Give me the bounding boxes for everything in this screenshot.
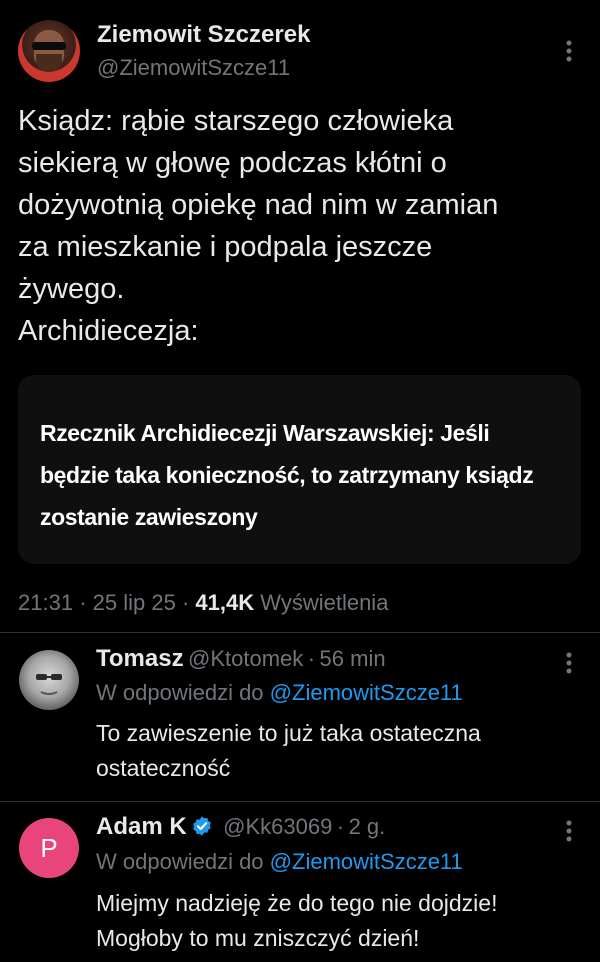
reply-time[interactable]: 2 g.	[349, 814, 386, 839]
tweet-line: za mieszkanie i podpala jeszcze	[18, 231, 433, 263]
tweet-date[interactable]: 25 lip 25	[93, 590, 176, 615]
meta-separator: ·	[181, 590, 190, 615]
in-reply-to-handle[interactable]: @ZiemowitSzcze11	[270, 680, 463, 705]
reply-time[interactable]: 56 min	[320, 646, 386, 671]
author-avatar[interactable]	[18, 20, 80, 82]
author-handle[interactable]: @ZiemowitSzcze11	[97, 55, 290, 81]
tweet-meta: 21:31 · 25 lip 25 · 41,4K Wyświetlenia	[18, 590, 388, 616]
tweet-line: siekierą w głowę podczas kłótni o	[18, 147, 447, 179]
tweet-line: Ksiądz: rąbie starszego człowieka	[18, 105, 454, 137]
divider	[0, 632, 600, 633]
more-vertical-icon[interactable]	[563, 820, 575, 842]
reply-line: Mogłoby to mu zniszczyć dzień!	[96, 925, 420, 951]
reply-author-handle[interactable]: @Ktotomek	[188, 646, 303, 671]
author-name[interactable]: Ziemowit Szczerek	[97, 21, 310, 49]
verified-badge-icon	[191, 815, 213, 837]
reply-text: To zawieszenie to już taka ostateczna os…	[96, 716, 576, 786]
reply-line: Miejmy nadzieję że do tego nie dojdzie!	[96, 890, 498, 916]
in-reply-to: W odpowiedzi do @ZiemowitSzcze11	[96, 849, 463, 875]
reply-author-handle[interactable]: @Kk63069	[223, 814, 332, 839]
reply-header: Adam K @Kk63069 · 2 g.	[96, 813, 385, 841]
reply-line: To zawieszenie to już taka ostateczna	[96, 720, 481, 746]
tweet-text: Ksiądz: rąbie starszego człowieka siekie…	[18, 100, 583, 352]
divider	[0, 801, 600, 802]
avatar-beard	[36, 54, 62, 72]
meta-separator: ·	[79, 590, 87, 615]
tweet-line: dożywotnią opiekę nad nim w zamian	[18, 189, 499, 221]
reply-avatar-tomasz[interactable]	[19, 650, 79, 710]
meta-separator: ·	[336, 814, 345, 839]
media-card[interactable]: Rzecznik Archidiecezji Warszawskiej: Jeś…	[18, 375, 581, 564]
tweet-time[interactable]: 21:31	[18, 590, 73, 615]
in-reply-to-label: W odpowiedzi do	[96, 849, 264, 874]
reply-line: ostateczność	[96, 755, 231, 781]
reply-author-name[interactable]: Tomasz	[96, 645, 184, 672]
in-reply-to-handle[interactable]: @ZiemowitSzcze11	[270, 849, 463, 874]
card-headline: Rzecznik Archidiecezji Warszawskiej: Jeś…	[40, 420, 534, 530]
views-count: 41,4K	[195, 590, 255, 615]
more-vertical-icon[interactable]	[563, 40, 575, 62]
reply-avatar-adam[interactable]: P	[19, 818, 79, 878]
in-reply-to-label: W odpowiedzi do	[96, 680, 264, 705]
avatar-sunglasses	[32, 42, 66, 50]
views-label: Wyświetlenia	[260, 590, 389, 615]
more-vertical-icon[interactable]	[563, 652, 575, 674]
tweet-line: Archidiecezja:	[18, 315, 199, 347]
reply-author-name[interactable]: Adam K	[96, 813, 187, 840]
in-reply-to: W odpowiedzi do @ZiemowitSzcze11	[96, 680, 463, 706]
reply-header: Tomasz @Ktotomek · 56 min	[96, 645, 386, 673]
meta-separator: ·	[307, 646, 316, 671]
tweet-line: żywego.	[18, 273, 125, 305]
reply-text: Miejmy nadzieję że do tego nie dojdzie! …	[96, 886, 586, 956]
